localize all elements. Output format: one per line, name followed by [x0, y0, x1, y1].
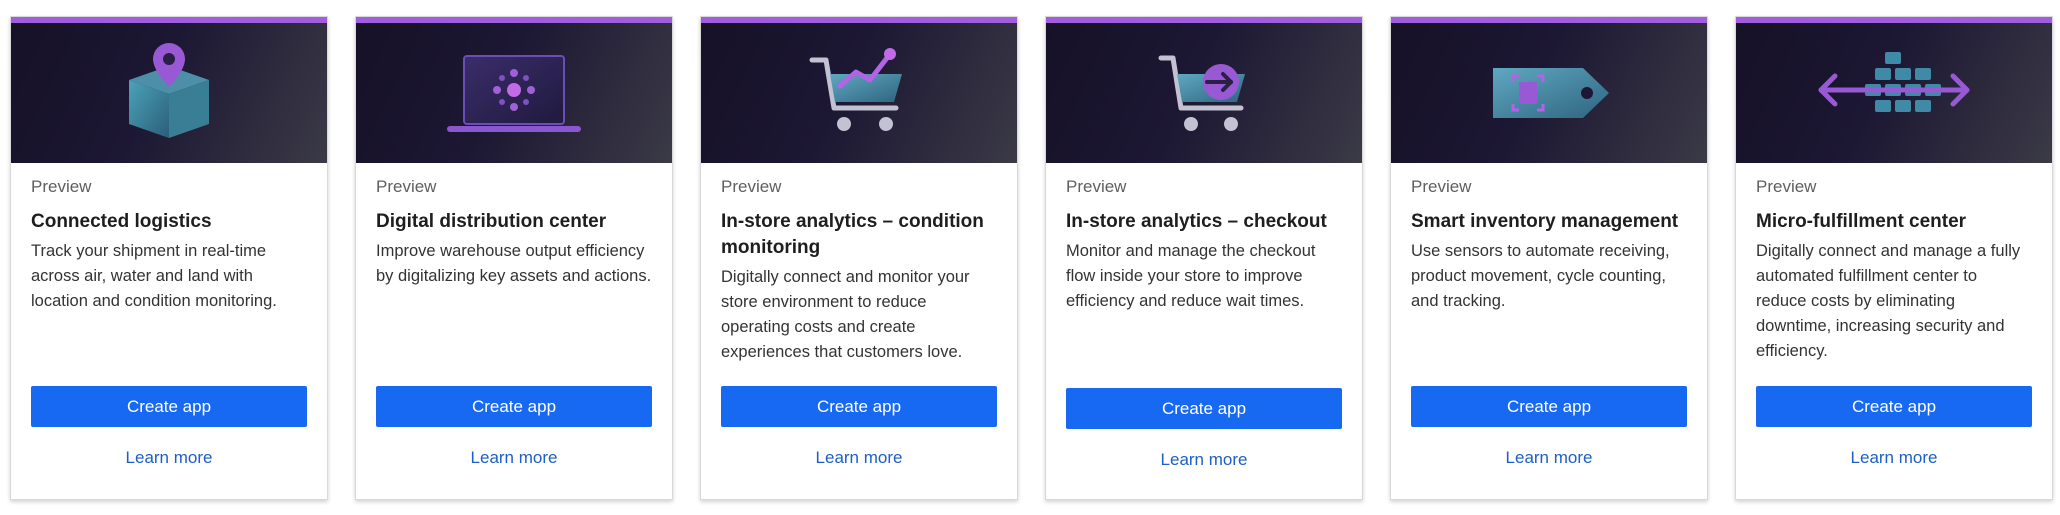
preview-label: Preview [1066, 177, 1127, 196]
card-description: Track your shipment in real-time across … [31, 242, 277, 310]
preview-label: Preview [31, 177, 92, 196]
preview-label: Preview [721, 177, 782, 196]
card-description: Use sensors to automate receiving, produ… [1411, 242, 1670, 310]
template-card-digital-distribution-center: Preview Digital distribution center Impr… [355, 16, 673, 500]
card-body: Preview Smart inventory management Use s… [1411, 173, 1687, 314]
template-card-connected-logistics: Preview Connected logistics Track your s… [10, 16, 328, 500]
package-location-icon [129, 43, 209, 138]
template-card-instore-checkout: Preview In-store analytics – checkout Mo… [1045, 16, 1363, 500]
create-app-button[interactable]: Create app [1411, 386, 1687, 427]
create-app-button[interactable]: Create app [376, 386, 652, 427]
card-body: Preview Micro-fulfillment center Digital… [1756, 173, 2032, 364]
card-title: Digital distribution center [376, 211, 607, 232]
card-title: In-store analytics – condition monitorin… [721, 211, 984, 258]
laptop-network-icon [447, 55, 581, 132]
card-body: Preview In-store analytics – condition m… [721, 173, 997, 365]
card-body: Preview In-store analytics – checkout Mo… [1066, 173, 1342, 314]
card-description: Digitally connect and monitor your store… [721, 268, 970, 361]
card-description: Digitally connect and manage a fully aut… [1756, 242, 2021, 360]
card-banner [1736, 17, 2052, 163]
learn-more-link[interactable]: Learn more [1736, 448, 2052, 468]
card-title: Smart inventory management [1411, 211, 1679, 232]
learn-more-link[interactable]: Learn more [701, 448, 1017, 468]
learn-more-link[interactable]: Learn more [11, 448, 327, 468]
create-app-button[interactable]: Create app [1756, 386, 2032, 427]
template-card-instore-condition-monitoring: Preview In-store analytics – condition m… [700, 16, 1018, 500]
create-app-button[interactable]: Create app [31, 386, 307, 427]
card-banner [356, 17, 672, 163]
card-title: Connected logistics [31, 211, 212, 232]
card-description: Improve warehouse output efficiency by d… [376, 242, 652, 285]
card-banner [1046, 17, 1362, 163]
card-title: Micro-fulfillment center [1756, 211, 1967, 232]
create-app-button[interactable]: Create app [1066, 388, 1342, 429]
create-app-button[interactable]: Create app [721, 386, 997, 427]
preview-label: Preview [1756, 177, 1817, 196]
preview-label: Preview [376, 177, 437, 196]
learn-more-link[interactable]: Learn more [356, 448, 672, 468]
learn-more-link[interactable]: Learn more [1391, 448, 1707, 468]
card-banner [701, 17, 1017, 163]
card-body: Preview Connected logistics Track your s… [31, 173, 307, 314]
cart-arrow-icon [1158, 55, 1245, 131]
learn-more-link[interactable]: Learn more [1046, 450, 1362, 470]
card-title: In-store analytics – checkout [1066, 211, 1327, 232]
template-gallery: Preview Connected logistics Track your s… [0, 0, 2060, 515]
card-banner [1391, 17, 1707, 163]
card-body: Preview Digital distribution center Impr… [376, 173, 652, 289]
cart-chart-icon [809, 48, 902, 131]
boxes-arrows-icon [1818, 52, 1970, 112]
preview-label: Preview [1411, 177, 1472, 196]
template-card-smart-inventory: Preview Smart inventory management Use s… [1390, 16, 1708, 500]
card-banner [11, 17, 327, 163]
tag-scan-icon [1493, 68, 1609, 118]
card-description: Monitor and manage the checkout flow ins… [1066, 242, 1316, 310]
template-card-micro-fulfillment: Preview Micro-fulfillment center Digital… [1735, 16, 2053, 500]
